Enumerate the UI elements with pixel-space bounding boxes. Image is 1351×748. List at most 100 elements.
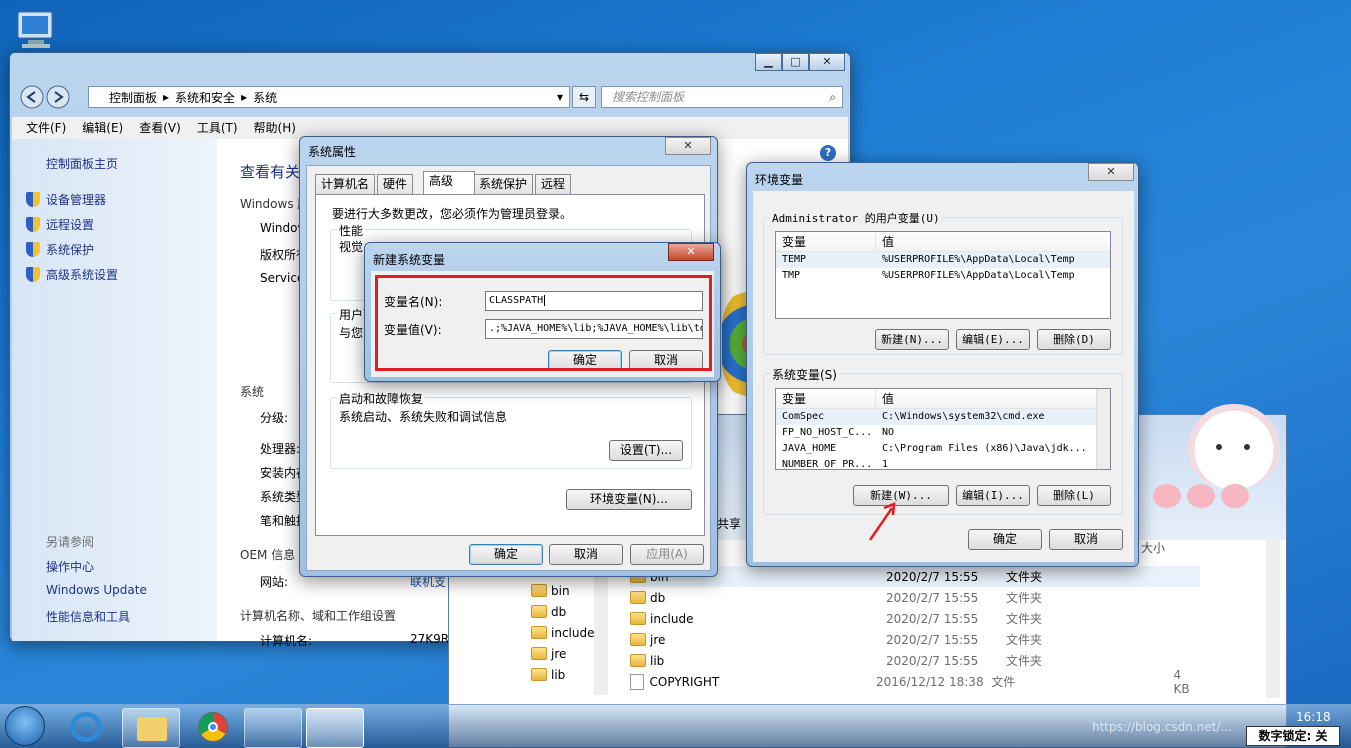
back-forward-buttons[interactable] (18, 85, 78, 109)
column-header[interactable]: 值 (876, 389, 1110, 408)
column-header[interactable]: 变量 (776, 232, 876, 251)
page-title: 查看有关 (240, 163, 301, 181)
control-panel-taskbar-button[interactable] (244, 708, 302, 748)
tree-item[interactable]: db (531, 601, 594, 622)
startup-settings-button[interactable]: 设置(T)... (609, 440, 683, 461)
tree-item[interactable]: jre (531, 643, 594, 664)
chrome-icon[interactable] (198, 712, 228, 742)
file-row[interactable]: lib 2020/2/7 15:55 文件夹 (630, 650, 1200, 671)
close-button[interactable]: ✕ (809, 53, 845, 71)
apply-button[interactable]: 应用(A) (630, 544, 704, 565)
see-also-windows-update[interactable]: Windows Update (46, 583, 147, 597)
list-row[interactable]: FP_NO_HOST_C... NO (776, 425, 1110, 441)
address-bar[interactable]: 控制面板 ▸ 系统和安全 ▸ 系统 ▾ (88, 86, 570, 108)
file-row[interactable]: include 2020/2/7 15:55 文件夹 (630, 608, 1200, 629)
folder-icon (137, 717, 167, 741)
file-row[interactable]: db 2020/2/7 15:55 文件夹 (630, 587, 1200, 608)
folder-icon (531, 668, 547, 681)
see-also-performance[interactable]: 性能信息和工具 (46, 608, 130, 625)
list-row[interactable]: JAVA_HOME C:\Program Files (x86)\Java\jdk… (776, 441, 1110, 457)
maximize-button[interactable]: □ (782, 53, 809, 71)
ok-button[interactable]: 确定 (968, 529, 1042, 550)
ok-button[interactable]: 确定 (469, 544, 543, 565)
menu-tools[interactable]: 工具(T) (197, 117, 238, 139)
system-variables-list[interactable]: 变量值 ComSpec C:\Windows\system32\cmd.exe F… (775, 388, 1111, 470)
column-header[interactable]: 变量 (776, 389, 876, 408)
column-header[interactable]: 值 (876, 232, 1110, 251)
minimize-button[interactable]: ▁ (755, 53, 782, 71)
file-icon (630, 673, 644, 690)
list-row[interactable]: TEMP %USERPROFILE%\AppData\Local\Temp (776, 252, 1110, 268)
tree-item[interactable]: include (531, 622, 594, 643)
computer-name-value: 27K9R (410, 632, 450, 646)
computer-desktop-icon[interactable] (12, 8, 60, 52)
menu-view[interactable]: 查看(V) (139, 117, 181, 139)
address-segment[interactable]: 控制面板 (109, 89, 157, 106)
list-scrollbar[interactable] (1096, 389, 1110, 469)
sidebar-item-label: 设备管理器 (46, 193, 107, 207)
tab-remote[interactable]: 远程 (535, 174, 572, 194)
user-variables-list[interactable]: 变量值 TEMP %USERPROFILE%\AppData\Local\Temp… (775, 231, 1111, 319)
close-button[interactable]: ✕ (668, 243, 714, 261)
list-row[interactable]: TMP %USERPROFILE%\AppData\Local\Temp (776, 268, 1110, 284)
num-lock-status: 数字锁定: 关 (1246, 726, 1340, 746)
size-column-header[interactable]: 大小 (1141, 539, 1165, 556)
computer-heading: 计算机名称、域和工作组设置 (240, 609, 397, 623)
user-delete-button[interactable]: 删除(D) (1037, 329, 1111, 350)
sidebar-item-label: 高级系统设置 (46, 268, 119, 282)
file-row[interactable]: jre 2020/2/7 15:55 文件夹 (630, 629, 1200, 650)
tab-advanced[interactable]: 高级 (423, 171, 475, 194)
menu-file[interactable]: 文件(F) (26, 117, 66, 139)
tree-item[interactable]: lib (531, 664, 594, 685)
menu-edit[interactable]: 编辑(E) (82, 117, 123, 139)
file-list-scrollbar[interactable] (1266, 540, 1280, 698)
address-segment[interactable]: 系统 (253, 89, 277, 106)
startup-group: 启动和故障恢复 系统启动、系统失败和调试信息 设置(T)... (330, 390, 692, 469)
see-also-action-center[interactable]: 操作中心 (46, 558, 94, 575)
help-icon[interactable]: ? (820, 145, 836, 161)
close-button[interactable]: ✕ (665, 137, 711, 155)
sidebar-item-label: 远程设置 (46, 218, 95, 232)
explorer-taskbar-button[interactable] (122, 708, 180, 748)
start-button[interactable] (5, 706, 45, 746)
system-edit-button[interactable]: 编辑(I)... (956, 485, 1030, 506)
cancel-button[interactable]: 取消 (1049, 529, 1123, 550)
system-heading: 系统 (240, 385, 265, 399)
pig-sticker (1153, 484, 1273, 510)
dialog-title: 环境变量 (755, 173, 804, 187)
list-row[interactable]: NUMBER_OF_PR... 1 (776, 457, 1110, 469)
environment-variables-button[interactable]: 环境变量(N)... (566, 489, 692, 510)
system-properties-taskbar-button[interactable] (306, 708, 364, 748)
sidebar-home-link[interactable]: 控制面板主页 (46, 155, 118, 172)
system-delete-button[interactable]: 删除(L) (1037, 485, 1111, 506)
tab-system-protection[interactable]: 系统保护 (473, 174, 534, 194)
clock[interactable]: 16:18 (1296, 710, 1331, 724)
sidebar-item-remote[interactable]: 远程设置 (26, 216, 95, 233)
user-new-button[interactable]: 新建(N)... (875, 329, 949, 350)
list-row[interactable]: ComSpec C:\Windows\system32\cmd.exe (776, 409, 1110, 425)
refresh-button[interactable]: ⇆ (572, 86, 596, 108)
shield-icon (26, 267, 40, 282)
menu-help[interactable]: 帮助(H) (254, 117, 296, 139)
search-input[interactable]: 搜索控制面板 ⌕ (601, 86, 843, 108)
search-icon[interactable]: ⌕ (829, 87, 836, 107)
file-row[interactable]: COPYRIGHT 2016/12/12 18:38 文件 4 KB (630, 668, 1200, 696)
system-row-label: 处理器: (260, 442, 301, 456)
sidebar-item-device-manager[interactable]: 设备管理器 (26, 191, 107, 208)
tab-computer-name[interactable]: 计算机名 (315, 174, 376, 194)
sidebar-item-advanced[interactable]: 高级系统设置 (26, 266, 119, 283)
tab-hardware[interactable]: 硬件 (377, 174, 414, 194)
highlight-box (375, 275, 712, 371)
watermark-text: https://blog.csdn.net/... (1092, 720, 1232, 734)
chevron-down-icon[interactable]: ▾ (557, 90, 563, 104)
close-button[interactable]: ✕ (1088, 163, 1134, 181)
edition-line: Service (260, 271, 305, 285)
tree-item[interactable]: bin (531, 580, 594, 601)
search-placeholder: 搜索控制面板 (612, 90, 685, 104)
user-edit-button[interactable]: 编辑(E)... (956, 329, 1030, 350)
cancel-button[interactable]: 取消 (549, 544, 623, 565)
internet-explorer-icon[interactable]: e (70, 712, 102, 742)
sidebar-item-protection[interactable]: 系统保护 (26, 241, 94, 258)
address-segment[interactable]: 系统和安全 (175, 89, 235, 106)
share-label[interactable]: 共享 (717, 515, 741, 532)
